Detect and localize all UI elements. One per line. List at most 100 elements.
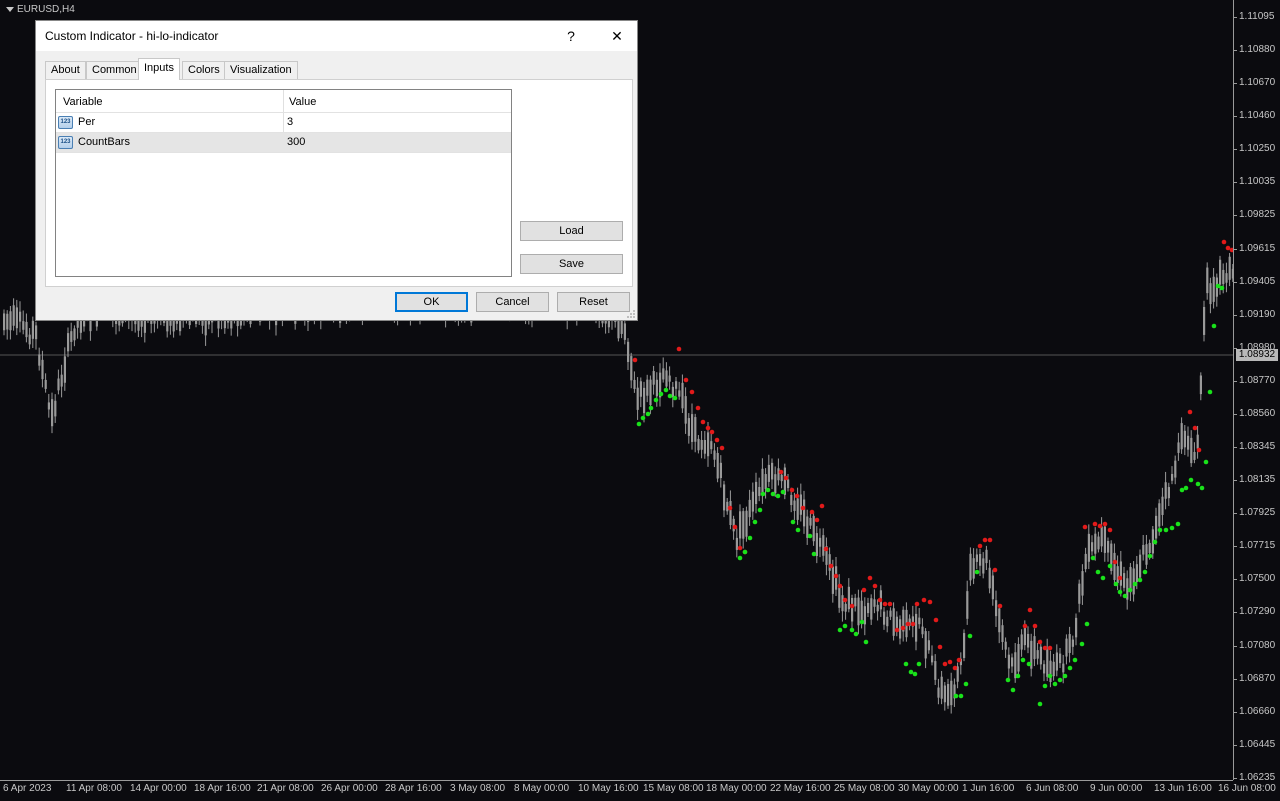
candle-body: [633, 379, 636, 389]
high-dot: [987, 537, 993, 543]
tab-visualization[interactable]: Visualization: [224, 61, 298, 79]
grid-row-per[interactable]: 123 Per 3: [56, 112, 511, 132]
high-dot: [887, 601, 893, 607]
price-tick-mark: [1233, 149, 1237, 151]
candle-body: [755, 481, 758, 504]
close-icon[interactable]: ✕: [606, 27, 628, 45]
candle-body: [988, 567, 991, 589]
candle-body: [1097, 536, 1100, 550]
load-button[interactable]: Load: [520, 221, 623, 241]
candle-body: [889, 610, 892, 617]
low-dot: [747, 535, 753, 541]
price-tick-label: 1.10670: [1239, 77, 1276, 89]
low-dot: [1175, 521, 1181, 527]
candle-body: [796, 498, 799, 520]
low-dot: [667, 393, 673, 399]
candle-body: [1001, 625, 1004, 642]
price-tick-mark: [1233, 50, 1237, 52]
inputs-grid[interactable]: Variable Value 123 Per 3 123 CountBars 3…: [55, 89, 512, 277]
high-dot: [705, 425, 711, 431]
low-dot: [790, 519, 796, 525]
price-tick-mark: [1233, 579, 1237, 581]
candle-body: [1023, 626, 1026, 646]
low-dot: [1037, 701, 1043, 707]
candle-body: [703, 439, 706, 454]
dialog-titlebar[interactable]: Custom Indicator - hi-lo-indicator ? ✕: [36, 21, 637, 51]
high-dot: [676, 346, 682, 352]
candle-body: [1065, 638, 1068, 657]
candle-body: [1203, 306, 1206, 335]
high-dot: [714, 437, 720, 443]
time-tick-label: 28 Apr 16:00: [385, 783, 442, 794]
high-dot: [937, 644, 943, 650]
high-dot: [732, 524, 738, 530]
high-dot: [900, 625, 906, 631]
low-dot: [1157, 527, 1163, 533]
candle-body: [1132, 568, 1135, 595]
variable-value[interactable]: 3: [287, 116, 293, 128]
price-tick-mark: [1233, 215, 1237, 217]
high-dot: [683, 377, 689, 383]
dropdown-triangle-icon[interactable]: [6, 6, 14, 12]
low-dot: [757, 507, 763, 513]
candle-body: [748, 499, 751, 518]
high-dot: [1112, 559, 1118, 565]
low-dot: [1072, 657, 1078, 663]
ok-button[interactable]: OK: [395, 292, 468, 312]
tab-about[interactable]: About: [45, 61, 86, 79]
low-dot: [1047, 673, 1053, 679]
grid-row-divider: [56, 152, 511, 153]
low-dot: [1100, 575, 1106, 581]
price-tick-mark: [1233, 248, 1237, 250]
low-dot: [859, 619, 865, 625]
candle-body: [943, 685, 946, 703]
low-dot: [1195, 481, 1201, 487]
low-dot: [953, 693, 959, 699]
column-header-value[interactable]: Value: [289, 96, 316, 108]
low-dot: [863, 639, 869, 645]
price-tick-label: 1.10880: [1239, 44, 1276, 56]
grid-row-countbars[interactable]: 123 CountBars 300: [56, 132, 511, 152]
candle-body: [828, 554, 831, 571]
save-button[interactable]: Save: [520, 254, 623, 274]
candle-body: [774, 474, 777, 494]
candle-body: [700, 439, 703, 450]
candle-body: [927, 640, 930, 651]
low-dot: [653, 397, 659, 403]
low-dot: [1084, 621, 1090, 627]
candle-body: [790, 494, 793, 506]
low-dot: [1132, 581, 1138, 587]
low-dot: [1199, 485, 1205, 491]
tab-inputs[interactable]: Inputs: [138, 58, 180, 80]
current-price-label: 1.08932: [1236, 349, 1278, 361]
high-dot: [933, 617, 939, 623]
time-tick-label: 11 Apr 08:00: [66, 783, 122, 794]
low-dot: [1207, 389, 1213, 395]
candle-body: [6, 313, 9, 330]
column-header-variable[interactable]: Variable: [63, 96, 103, 108]
tab-colors[interactable]: Colors: [182, 61, 226, 79]
high-dot: [1027, 607, 1033, 613]
reset-button[interactable]: Reset: [557, 292, 630, 312]
candle-body: [771, 462, 774, 480]
tab-common[interactable]: Common: [86, 61, 143, 79]
candle-body: [1209, 283, 1212, 305]
candle-body: [12, 305, 15, 326]
resize-grip-icon[interactable]: [626, 309, 636, 319]
low-dot: [912, 671, 918, 677]
low-dot: [1107, 563, 1113, 569]
candle-body: [1158, 503, 1161, 527]
price-tick-label: 1.09405: [1239, 275, 1276, 287]
variable-value[interactable]: 300: [287, 136, 305, 148]
time-tick-label: 16 Jun 08:00: [1218, 783, 1276, 794]
high-dot: [837, 583, 843, 589]
symbol-text: EURUSD,H4: [17, 4, 75, 15]
candle-body: [3, 313, 6, 331]
cancel-button[interactable]: Cancel: [476, 292, 549, 312]
time-tick-label: 10 May 16:00: [578, 783, 639, 794]
candle-body: [857, 597, 860, 626]
candle-body: [940, 676, 943, 699]
question-icon[interactable]: ?: [561, 27, 581, 45]
price-tick-mark: [1233, 612, 1237, 614]
high-dot: [1037, 639, 1043, 645]
